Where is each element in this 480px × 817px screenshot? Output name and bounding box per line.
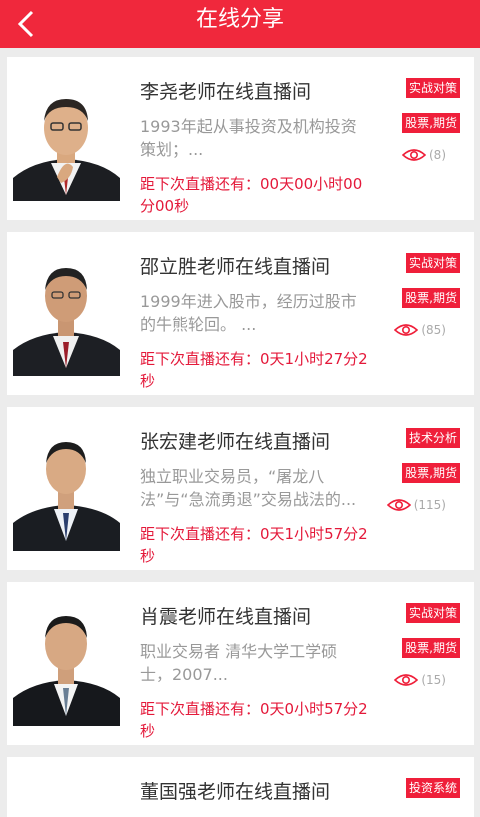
category-tag: 实战对策 [405,78,460,98]
avatar [13,258,120,376]
page-title: 在线分享 [195,7,284,32]
eye-icon [402,149,426,161]
list-item[interactable]: 邵立胜老师在线直播间 1999年进入股市，经历过股市的牛熊轮回。 ... 距下次… [7,232,474,395]
live-room-list: 李尧老师在线直播间 1993年起从事投资及机构投资策划；... 距下次直播还有：… [7,57,474,817]
room-name: 邵立胜老师在线直播间 [140,256,331,278]
view-count: (115) [386,498,446,512]
countdown-text: 距下次直播还有：0天0小时57分2秒 [140,700,368,740]
category-tag: 实战对策 [405,603,460,623]
avatar [13,83,120,201]
category-tag: 实战对策 [405,253,460,273]
avatar [13,608,120,726]
room-name: 李尧老师在线直播间 [140,81,312,103]
room-name: 张宏建老师在线直播间 [140,431,331,453]
countdown-text: 距下次直播还有：0天1小时27分2秒 [140,350,368,390]
eye-icon [394,674,419,686]
market-tag: 股票,期货 [402,113,460,133]
category-tag: 投资系统 [405,778,460,798]
list-item[interactable]: 董国强老师在线直播间 投资系统 [7,757,474,817]
countdown-text: 距下次直播还有：00天00小时00分00秒 [140,175,363,215]
list-item[interactable]: 李尧老师在线直播间 1993年起从事投资及机构投资策划；... 距下次直播还有：… [7,57,474,220]
eye-icon [386,499,411,511]
list-item[interactable]: 张宏建老师在线直播间 独立职业交易员，“屠龙八法”与“急流勇退”交易战法的...… [7,407,474,570]
view-count: (8) [402,148,446,162]
room-name: 肖震老师在线直播间 [140,606,312,628]
view-count-label: (85) [421,323,446,337]
view-count: (15) [394,673,446,687]
room-description: 职业交易者 清华大学工学硕士，2007... [140,642,338,684]
category-tag: 技术分析 [405,428,460,448]
view-count-label: (8) [429,148,446,162]
market-tag: 股票,期货 [402,638,460,658]
view-count: (85) [394,323,446,337]
room-description: 1999年进入股市，经历过股市的牛熊轮回。 ... [140,292,357,334]
market-tag: 股票,期货 [402,288,460,308]
view-count-label: (15) [421,673,446,687]
countdown-text: 距下次直播还有：0天1小时57分2秒 [140,525,368,565]
avatar [13,433,120,551]
view-count-label: (115) [413,498,446,512]
header-bar: 在线分享 [0,0,480,48]
room-description: 独立职业交易员，“屠龙八法”与“急流勇退”交易战法的... [140,467,357,509]
eye-icon [394,324,419,336]
list-item[interactable]: 肖震老师在线直播间 职业交易者 清华大学工学硕士，2007... 距下次直播还有… [7,582,474,745]
room-description: 1993年起从事投资及机构投资策划；... [140,117,357,159]
market-tag: 股票,期货 [402,463,460,483]
